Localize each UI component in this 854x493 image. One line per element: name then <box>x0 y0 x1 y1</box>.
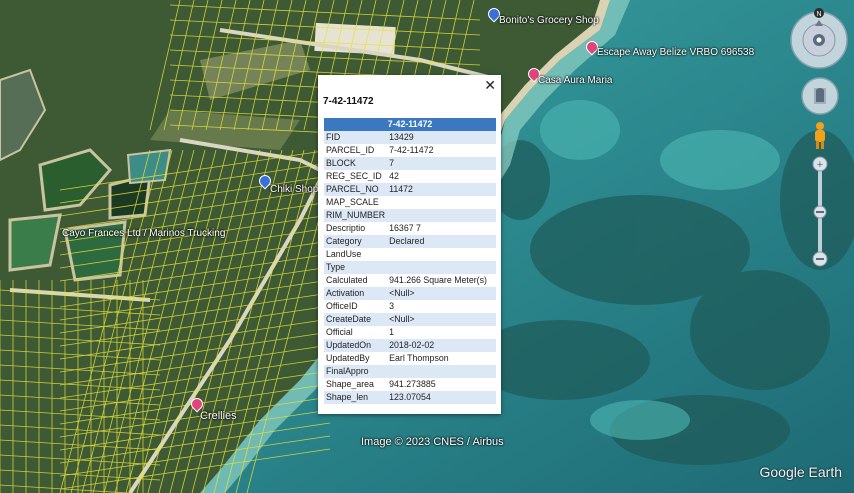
attribute-row: Activation <Null> <box>324 287 496 300</box>
attribute-row: Calculated 941.266 Square Meter(s) <box>324 274 496 287</box>
attribute-key: FinalAppro <box>324 365 388 378</box>
attribute-key: UpdatedBy <box>326 353 370 363</box>
attribute-value: 941.273885 <box>389 379 436 389</box>
attribute-key: Category <box>324 235 388 248</box>
attribute-row: UpdatedOn 2018-02-02 <box>324 339 496 352</box>
place-label-cayo[interactable]: Cayo Frances Ltd / Marinos Trucking <box>62 228 225 239</box>
attribute-value: 7 <box>387 157 496 170</box>
attribute-value: 16367 7 <box>389 223 421 233</box>
attribute-row: OfficeID 3 <box>324 300 496 313</box>
attribute-key: FID <box>324 131 388 144</box>
attribute-table-header-cell: 7-42-11472 <box>324 118 496 131</box>
place-label-grocery[interactable]: Bonito's Grocery Shop <box>499 15 599 26</box>
attribute-row: REG_SEC_ID 42 <box>324 170 496 183</box>
attribute-row: LandUse <box>324 248 496 261</box>
attribute-row: Shape_len 123.07054 <box>324 391 496 404</box>
attribute-row: PARCEL_ID 7-42-11472 <box>324 144 496 157</box>
imagery-credit: Image © 2023 CNES / Airbus <box>361 436 504 448</box>
google-earth-logo: Google Earth <box>759 464 843 480</box>
attribute-row: Type <box>324 261 496 274</box>
attribute-row: BLOCK 7 <box>324 157 496 170</box>
attribute-row: Descriptio 16367 7 <box>324 222 496 235</box>
attribute-value: <Null> <box>387 287 496 300</box>
place-label-chiki[interactable]: Chiki Shop <box>270 184 318 195</box>
attribute-table: 7-42-11472 FID 13429 PARCEL_ID 7-42-11472 BL… <box>324 118 496 404</box>
attribute-value: 941.266 Square Meter(s) <box>389 275 487 285</box>
attribute-row: Shape_area 941.273885 <box>324 378 496 391</box>
place-label-casa[interactable]: Casa Aura Maria <box>538 75 612 86</box>
zoom-slider[interactable]: + <box>811 156 829 268</box>
attribute-value <box>387 261 496 274</box>
attribute-key: BLOCK <box>324 157 388 170</box>
attribute-value: 2018-02-02 <box>387 339 496 352</box>
attribute-value: Declared <box>387 235 496 248</box>
attribute-value <box>387 365 496 378</box>
attribute-row: Official 1 <box>324 326 496 339</box>
attribute-value: 11472 <box>387 183 496 196</box>
compass-north-label: N <box>816 11 821 18</box>
attribute-key: PARCEL_ID <box>326 145 375 155</box>
street-view-pegman-icon[interactable] <box>812 122 828 150</box>
attribute-value: <Null> <box>387 313 496 326</box>
attribute-value: 3 <box>389 301 395 311</box>
attribute-value <box>387 209 496 222</box>
attribute-value <box>387 196 496 209</box>
attribute-row: CreateDate <Null> <box>324 313 496 326</box>
close-icon[interactable]: ✕ <box>484 77 496 94</box>
attribute-row: RIM_NUMBER <box>324 209 496 222</box>
attribute-key: UpdatedOn <box>324 339 388 352</box>
look-control[interactable]: N <box>789 8 849 70</box>
attribute-value <box>387 248 496 261</box>
attribute-row: FinalAppro <box>324 365 496 378</box>
attribute-key: LandUse <box>326 249 362 259</box>
attribute-key: Descriptio <box>326 223 366 233</box>
hand-icon <box>816 88 824 102</box>
attribute-key: REG_SEC_ID <box>326 171 382 181</box>
attribute-key: Calculated <box>326 275 368 285</box>
attribute-key: RIM_NUMBER <box>324 209 388 222</box>
attribute-value: 123.07054 <box>387 391 496 404</box>
attribute-key: Shape_len <box>324 391 388 404</box>
attribute-value: 42 <box>389 171 399 181</box>
attribute-value: 13429 <box>387 131 496 144</box>
attribute-value: Earl Thompson <box>389 353 449 363</box>
attribute-key: Official <box>326 327 353 337</box>
move-control[interactable] <box>800 76 840 116</box>
attribute-row: MAP_SCALE <box>324 196 496 209</box>
attribute-table-header: 7-42-11472 <box>324 118 496 131</box>
attribute-key: Type <box>324 261 388 274</box>
attribute-row: PARCEL_NO 11472 <box>324 183 496 196</box>
attribute-row: UpdatedBy Earl Thompson <box>324 352 496 365</box>
place-label-crellies[interactable]: Crellies <box>200 410 237 422</box>
place-label-escape[interactable]: Escape Away Belize VRBO 696538 <box>597 47 754 58</box>
attribute-key: Shape_area <box>326 379 374 389</box>
attribute-row: Category Declared <box>324 235 496 248</box>
attribute-key: Activation <box>324 287 388 300</box>
svg-text:+: + <box>817 159 823 171</box>
attribute-key: PARCEL_NO <box>324 183 388 196</box>
parcel-info-popup: ✕ 7-42-11472 7-42-11472 FID 13429 PARCEL_I… <box>318 75 501 414</box>
attribute-key: MAP_SCALE <box>326 197 379 207</box>
attribute-row: FID 13429 <box>324 131 496 144</box>
attribute-key: OfficeID <box>326 301 358 311</box>
attribute-value: 1 <box>389 327 395 337</box>
popup-title: 7-42-11472 <box>323 96 374 107</box>
attribute-key: CreateDate <box>324 313 388 326</box>
attribute-value: 7-42-11472 <box>389 145 434 155</box>
